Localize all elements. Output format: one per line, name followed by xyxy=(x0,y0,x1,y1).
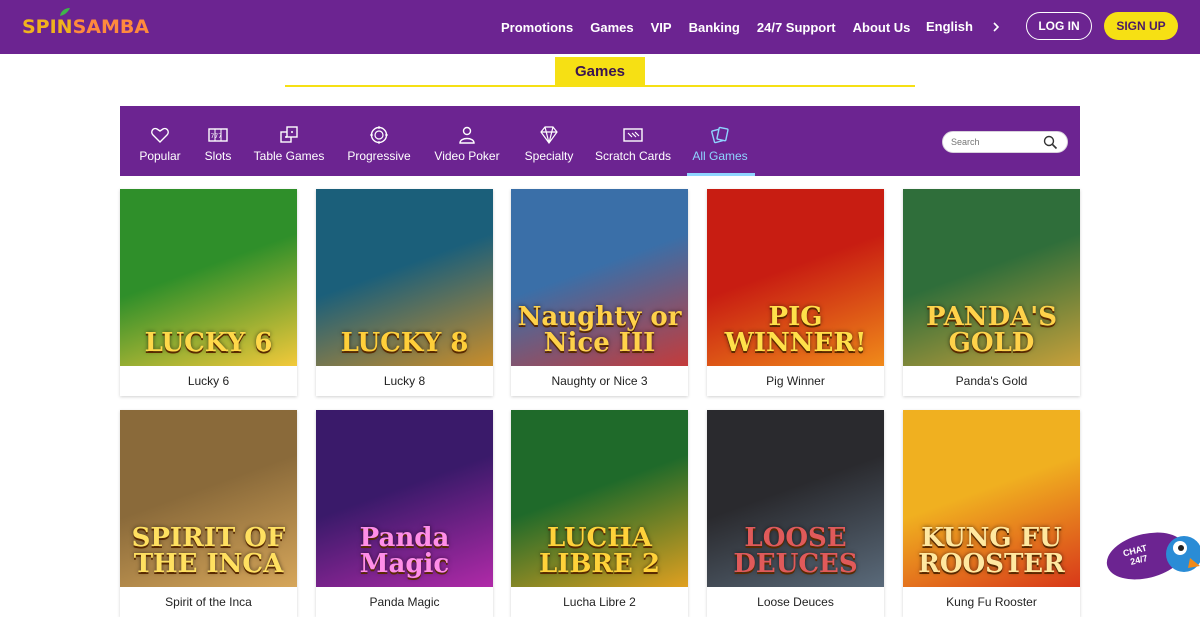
nav-vip[interactable]: VIP xyxy=(651,20,672,35)
game-card[interactable]: LUCKY 8 Lucky 8 xyxy=(316,189,493,396)
game-thumbnail[interactable]: LOOSE DEUCES xyxy=(707,410,884,587)
game-art-title: LOOSE DEUCES xyxy=(733,523,858,579)
progressive-icon xyxy=(370,126,388,144)
game-art: PANDA'S GOLD xyxy=(903,189,1080,366)
game-title[interactable]: Panda Magic xyxy=(316,587,493,617)
game-art-title: Panda Magic xyxy=(359,523,450,579)
scratch-card-icon xyxy=(623,128,643,142)
nav-banking[interactable]: Banking xyxy=(689,20,740,35)
game-title[interactable]: Pig Winner xyxy=(707,366,884,396)
game-card[interactable]: SPIRIT OF THE INCA Spirit of the Inca xyxy=(120,410,297,617)
cards-icon xyxy=(711,126,729,144)
category-label: Video Poker xyxy=(434,149,500,163)
game-art-title: Naughty or Nice III xyxy=(517,302,682,358)
chevron-right-icon[interactable] xyxy=(990,20,1002,34)
top-navigation-bar: SPINSAMBA Promotions Games VIP Banking 2… xyxy=(0,0,1200,54)
game-thumbnail[interactable]: LUCKY 6 xyxy=(120,189,297,366)
category-label: Popular xyxy=(139,149,181,163)
nav-about-us[interactable]: About Us xyxy=(853,20,911,35)
game-title[interactable]: Lucha Libre 2 xyxy=(511,587,688,617)
language-selector[interactable]: English xyxy=(926,19,973,34)
game-thumbnail[interactable]: Naughty or Nice III xyxy=(511,189,688,366)
game-card[interactable]: LUCHA LIBRE 2 Lucha Libre 2 xyxy=(511,410,688,617)
active-category-indicator xyxy=(687,173,755,176)
category-label: Scratch Cards xyxy=(594,149,672,163)
game-thumbnail[interactable]: SPIRIT OF THE INCA xyxy=(120,410,297,587)
section-title: Games xyxy=(555,57,645,85)
game-title[interactable]: Lucky 6 xyxy=(120,366,297,396)
game-card[interactable]: LUCKY 6 Lucky 6 xyxy=(120,189,297,396)
game-card[interactable]: PIG WINNER! Pig Winner xyxy=(707,189,884,396)
game-art-title: PANDA'S GOLD xyxy=(925,302,1058,358)
category-bar: Popular 777 Slots Table Games Progressiv… xyxy=(120,106,1080,176)
category-label: Table Games xyxy=(253,149,325,163)
category-video-poker[interactable]: Video Poker xyxy=(432,106,502,176)
login-button[interactable]: LOG IN xyxy=(1026,12,1092,40)
game-art: KUNG FU ROOSTER xyxy=(903,410,1080,587)
game-thumbnail[interactable]: PANDA'S GOLD xyxy=(903,189,1080,366)
category-table-games[interactable]: Table Games xyxy=(253,106,325,176)
chat-button[interactable]: CHAT 24/7 xyxy=(1104,528,1200,584)
dice-icon xyxy=(280,126,298,143)
game-art: Naughty or Nice III xyxy=(511,189,688,366)
game-title[interactable]: Naughty or Nice 3 xyxy=(511,366,688,396)
svg-text:777: 777 xyxy=(211,133,223,140)
player-icon xyxy=(459,126,475,144)
game-title[interactable]: Kung Fu Rooster xyxy=(903,587,1080,617)
category-label: Slots xyxy=(204,149,232,163)
search-input[interactable] xyxy=(951,134,1041,150)
game-title[interactable]: Spirit of the Inca xyxy=(120,587,297,617)
category-progressive[interactable]: Progressive xyxy=(345,106,413,176)
nav-games[interactable]: Games xyxy=(590,20,633,35)
game-thumbnail[interactable]: LUCKY 8 xyxy=(316,189,493,366)
spin-samba-logo[interactable]: SPINSAMBA xyxy=(22,8,150,40)
game-art: LUCHA LIBRE 2 xyxy=(511,410,688,587)
category-popular[interactable]: Popular xyxy=(138,106,182,176)
category-label: Progressive xyxy=(347,149,411,163)
game-art-title: PIG WINNER! xyxy=(724,302,867,358)
game-art-title: SPIRIT OF THE INCA xyxy=(131,523,286,579)
game-search[interactable] xyxy=(942,131,1068,153)
category-label: All Games xyxy=(692,149,748,163)
game-art-title: LUCKY 6 xyxy=(144,328,273,358)
game-card[interactable]: Panda Magic Panda Magic xyxy=(316,410,493,617)
leaf-icon xyxy=(60,8,70,16)
game-art: PIG WINNER! xyxy=(707,189,884,366)
game-art: LUCKY 8 xyxy=(316,189,493,366)
game-card[interactable]: PANDA'S GOLD Panda's Gold xyxy=(903,189,1080,396)
game-art: LOOSE DEUCES xyxy=(707,410,884,587)
category-slots[interactable]: 777 Slots xyxy=(202,106,234,176)
game-card[interactable]: Naughty or Nice III Naughty or Nice 3 xyxy=(511,189,688,396)
main-nav: Promotions Games VIP Banking 24/7 Suppor… xyxy=(501,0,927,54)
game-title[interactable]: Lucky 8 xyxy=(316,366,493,396)
game-art: LUCKY 6 xyxy=(120,189,297,366)
game-thumbnail[interactable]: KUNG FU ROOSTER xyxy=(903,410,1080,587)
game-thumbnail[interactable]: Panda Magic xyxy=(316,410,493,587)
logo-text-samba: SAMBA xyxy=(72,16,150,38)
slots-icon: 777 xyxy=(208,128,228,142)
signup-button[interactable]: SIGN UP xyxy=(1104,12,1178,40)
game-art-title: LUCKY 8 xyxy=(340,328,469,358)
game-art: SPIRIT OF THE INCA xyxy=(120,410,297,587)
category-all-games[interactable]: All Games xyxy=(691,106,749,176)
game-art: Panda Magic xyxy=(316,410,493,587)
title-divider xyxy=(285,85,915,87)
game-art-title: LUCHA LIBRE 2 xyxy=(539,523,660,579)
game-thumbnail[interactable]: LUCHA LIBRE 2 xyxy=(511,410,688,587)
category-label: Specialty xyxy=(524,149,574,163)
diamond-icon xyxy=(540,126,558,145)
logo-text-spin: SPIN xyxy=(22,16,73,38)
game-title[interactable]: Loose Deuces xyxy=(707,587,884,617)
nav-promotions[interactable]: Promotions xyxy=(501,20,573,35)
game-card[interactable]: LOOSE DEUCES Loose Deuces xyxy=(707,410,884,617)
heart-icon xyxy=(151,127,169,143)
game-card[interactable]: KUNG FU ROOSTER Kung Fu Rooster xyxy=(903,410,1080,617)
category-specialty[interactable]: Specialty xyxy=(522,106,576,176)
game-art-title: KUNG FU ROOSTER xyxy=(918,523,1065,579)
game-thumbnail[interactable]: PIG WINNER! xyxy=(707,189,884,366)
category-scratch-cards[interactable]: Scratch Cards xyxy=(594,106,672,176)
search-icon[interactable] xyxy=(1043,135,1058,150)
game-title[interactable]: Panda's Gold xyxy=(903,366,1080,396)
nav-support[interactable]: 24/7 Support xyxy=(757,20,836,35)
